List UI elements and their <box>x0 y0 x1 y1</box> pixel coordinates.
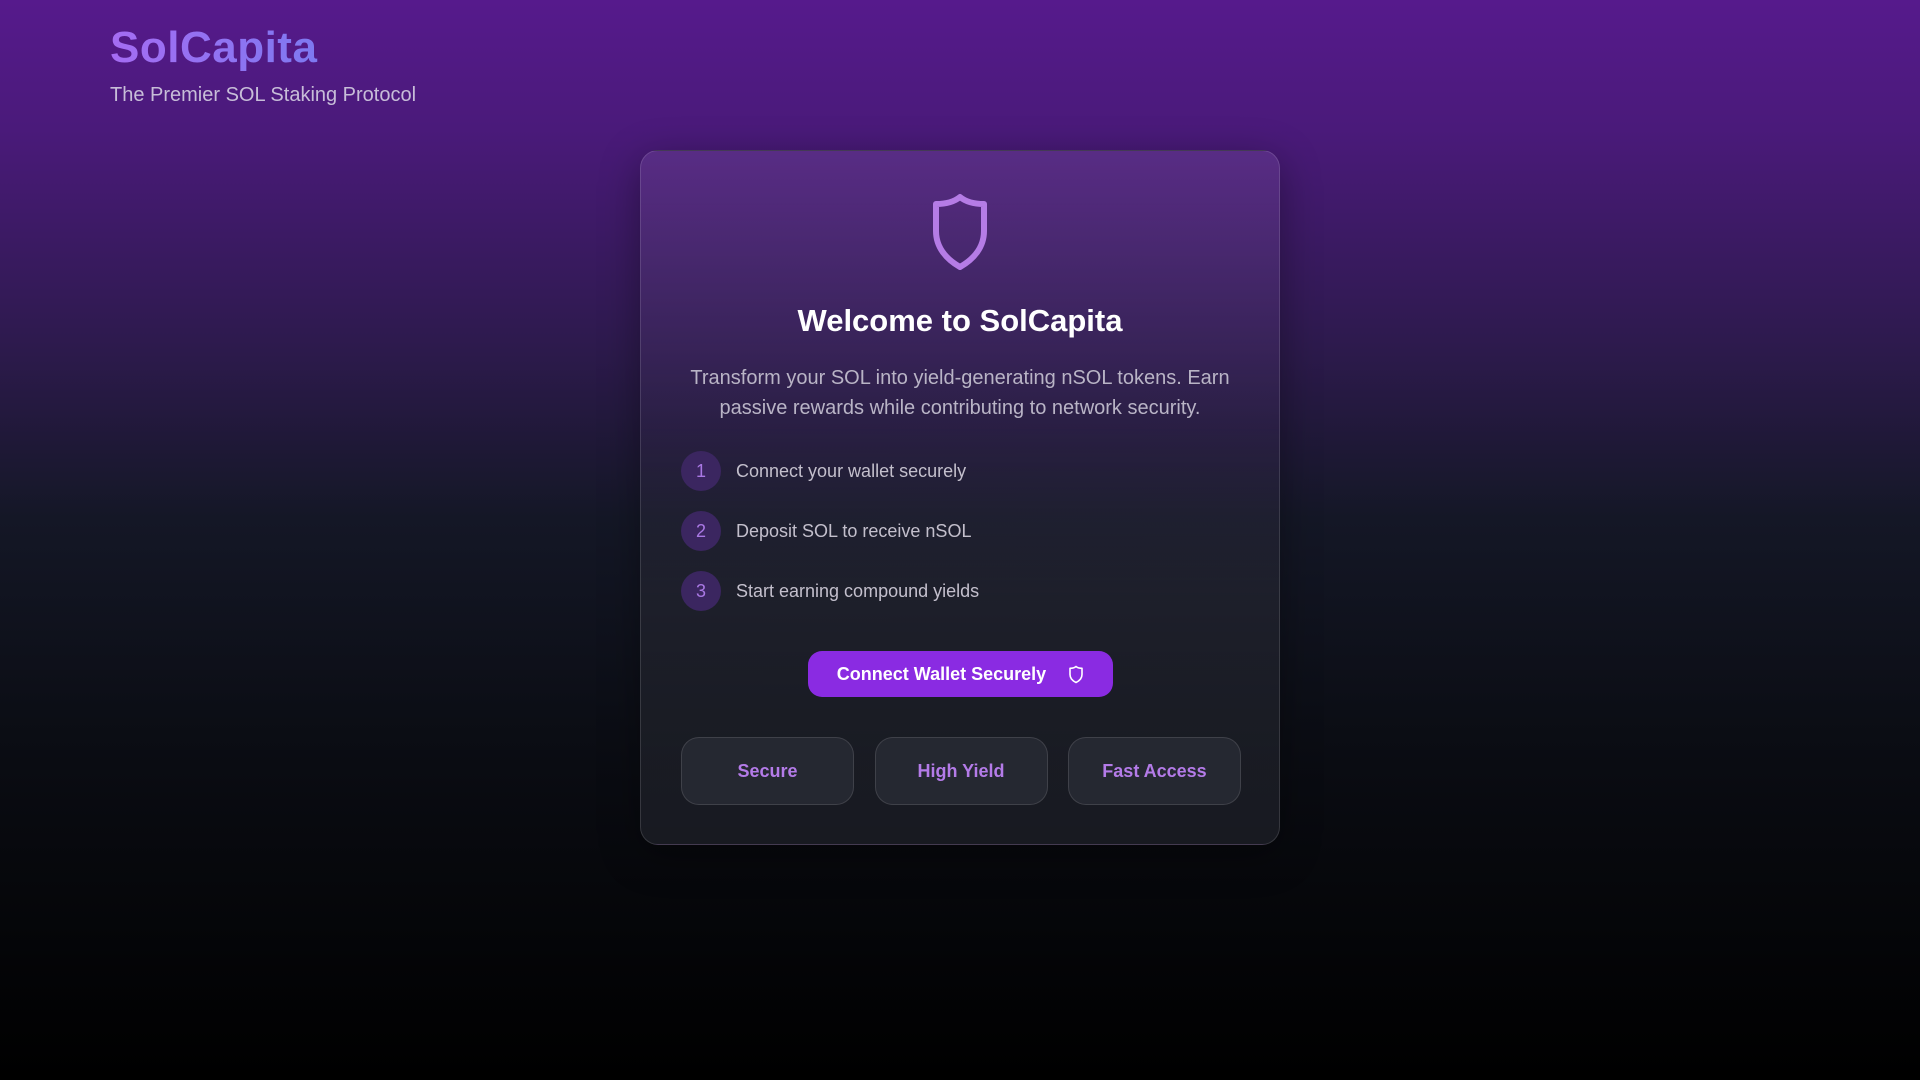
welcome-card: Welcome to SolCapita Transform your SOL … <box>640 150 1280 845</box>
feature-fast-access: Fast Access <box>1068 737 1241 805</box>
shield-icon <box>1068 665 1084 684</box>
feature-badges: Secure High Yield Fast Access <box>681 737 1241 805</box>
connect-wallet-label: Connect Wallet Securely <box>836 663 1047 684</box>
feature-secure: Secure <box>681 737 854 805</box>
step-number-badge: 2 <box>681 511 721 551</box>
step-label: Start earning compound yields <box>736 580 980 601</box>
step-number-badge: 3 <box>681 571 721 611</box>
step-item: 1 Connect your wallet securely <box>681 451 1241 491</box>
step-item: 3 Start earning compound yields <box>681 571 1241 611</box>
steps-list: 1 Connect your wallet securely 2 Deposit… <box>681 451 1241 631</box>
step-label: Connect your wallet securely <box>736 460 967 481</box>
feature-high-yield: High Yield <box>874 737 1048 805</box>
step-number-badge: 1 <box>681 451 721 491</box>
brand-header: SolCapita The Premier SOL Staking Protoc… <box>110 22 416 107</box>
welcome-title: Welcome to SolCapita <box>797 303 1123 338</box>
step-label: Deposit SOL to receive nSOL <box>736 520 972 541</box>
shield-icon <box>641 193 1279 273</box>
step-item: 2 Deposit SOL to receive nSOL <box>681 511 1241 551</box>
connect-wallet-button[interactable]: Connect Wallet Securely <box>808 651 1113 697</box>
welcome-description: Transform your SOL into yield-generating… <box>690 367 1230 419</box>
brand-tagline: The Premier SOL Staking Protocol <box>110 84 417 106</box>
brand-logo-title: SolCapita <box>110 22 416 74</box>
